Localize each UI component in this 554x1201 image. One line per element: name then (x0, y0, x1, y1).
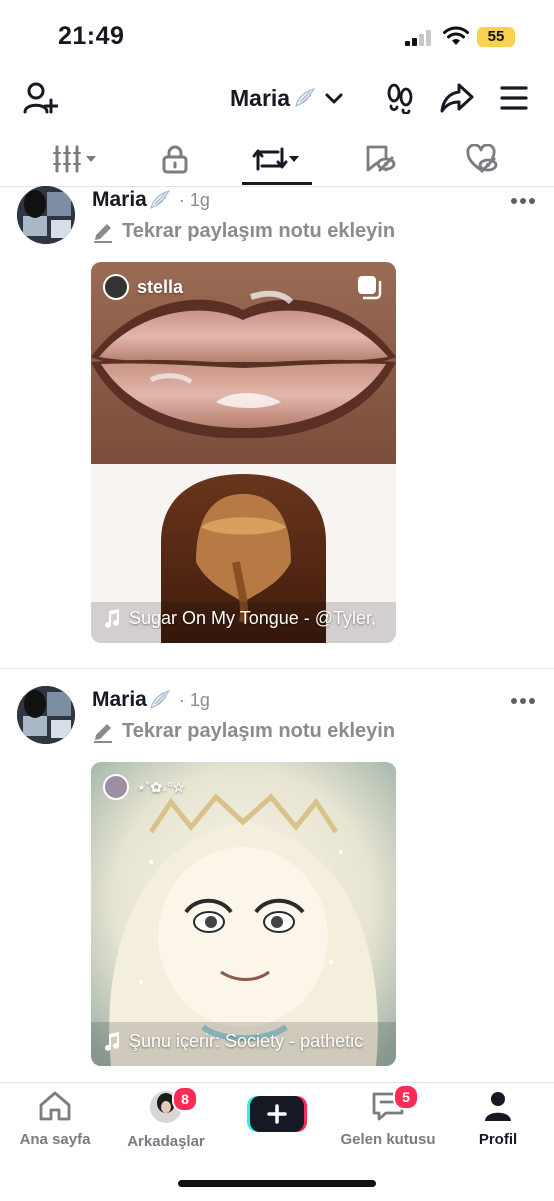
profile-username: Maria (230, 84, 291, 111)
post-time: · 1g (178, 689, 210, 710)
tab-private[interactable] (145, 132, 205, 186)
add-repost-note[interactable]: Tekrar paylaşım notu ekleyin (92, 720, 395, 743)
music-info[interactable]: Şunu içerir: Society - pathetic (103, 1031, 386, 1052)
active-tab-indicator (242, 182, 312, 185)
video-thumbnail (91, 262, 396, 643)
status-time: 21:49 (58, 22, 125, 50)
home-icon (39, 1091, 71, 1121)
nav-profile-label: Profil (478, 1131, 518, 1148)
home-indicator (178, 1180, 376, 1187)
card-author: stella (103, 274, 183, 300)
video-card[interactable]: ⋆˚✿˖°☆ Şunu içerir: Society - pathetic (91, 762, 396, 1066)
inbox-notification-badge: 5 (393, 1084, 419, 1110)
repost-note-text: Tekrar paylaşım notu ekleyin (122, 220, 396, 242)
nav-friends-label: Arkadaşlar (127, 1133, 205, 1150)
multi-photo-icon (358, 276, 382, 300)
card-author-avatar (103, 774, 129, 800)
music-title: Şunu içerir: Society - pathetic (129, 1031, 364, 1051)
video-grid-icon (53, 145, 96, 173)
nav-friends[interactable]: Arkadaşlar (111, 1090, 221, 1150)
video-card[interactable]: stella Sugar On My Tongue - @Tyler, (91, 262, 396, 643)
pencil-icon (94, 223, 112, 243)
cellular-signal-icon (405, 30, 431, 46)
profile-tab-bar (0, 132, 554, 187)
nav-home-label: Ana sayfa (19, 1131, 91, 1148)
hamburger-menu-icon[interactable] (499, 84, 529, 112)
nav-home[interactable]: Ana sayfa (0, 1090, 110, 1148)
add-user-icon[interactable] (22, 80, 58, 116)
music-info[interactable]: Sugar On My Tongue - @Tyler, (103, 608, 386, 629)
video-thumbnail (91, 762, 396, 1066)
repost-note-text: Tekrar paylaşım notu ekleyin (122, 720, 396, 742)
repost-icon (252, 147, 299, 171)
tab-favorites[interactable] (350, 132, 410, 186)
battery-indicator: 55 (477, 27, 515, 47)
bookmark-hidden-icon (366, 145, 396, 172)
footprints-icon[interactable] (385, 82, 415, 114)
chevron-down-icon (325, 93, 343, 104)
music-title: Sugar On My Tongue - @Tyler, (129, 608, 377, 628)
pencil-icon (94, 723, 112, 743)
nav-inbox-label: Gelen kutusu (340, 1131, 436, 1148)
tab-videos[interactable] (40, 132, 110, 186)
create-button[interactable] (247, 1094, 307, 1134)
more-options-icon[interactable] (510, 696, 536, 706)
angel-wing-icon (150, 690, 171, 709)
card-author-avatar (103, 274, 129, 300)
post-author-name: Maria (92, 188, 147, 211)
avatar-image (17, 686, 75, 744)
post-author[interactable]: Maria · 1g (92, 188, 210, 212)
friends-notification-badge: 8 (172, 1086, 198, 1112)
post-divider (0, 668, 554, 669)
tab-reposts[interactable] (242, 132, 312, 186)
avatar[interactable] (17, 686, 75, 744)
profile-person-icon (485, 1092, 511, 1121)
account-switcher[interactable]: Maria (230, 82, 344, 114)
wifi-icon (443, 26, 469, 45)
nav-inbox[interactable]: Gelen kutusu (333, 1090, 443, 1148)
post-time: · 1g (178, 189, 210, 210)
card-author: ⋆˚✿˖°☆ (103, 774, 185, 800)
add-repost-note[interactable]: Tekrar paylaşım notu ekleyin (92, 220, 395, 243)
share-arrow-icon[interactable] (440, 82, 474, 114)
lock-icon (162, 145, 188, 174)
angel-wing-icon (295, 88, 316, 107)
card-author-name: ⋆˚✿˖°☆ (137, 778, 185, 795)
music-note-icon (105, 608, 119, 628)
card-author-name: stella (137, 276, 184, 297)
heart-hidden-icon (466, 144, 498, 173)
music-note-icon (105, 1031, 119, 1051)
more-options-icon[interactable] (510, 196, 536, 206)
nav-profile[interactable]: Profil (443, 1090, 553, 1148)
tab-liked[interactable] (452, 132, 512, 186)
avatar[interactable] (17, 186, 75, 244)
post-author[interactable]: Maria · 1g (92, 688, 210, 712)
angel-wing-icon (150, 190, 171, 209)
post-author-name: Maria (92, 688, 147, 711)
avatar-image (17, 186, 75, 244)
